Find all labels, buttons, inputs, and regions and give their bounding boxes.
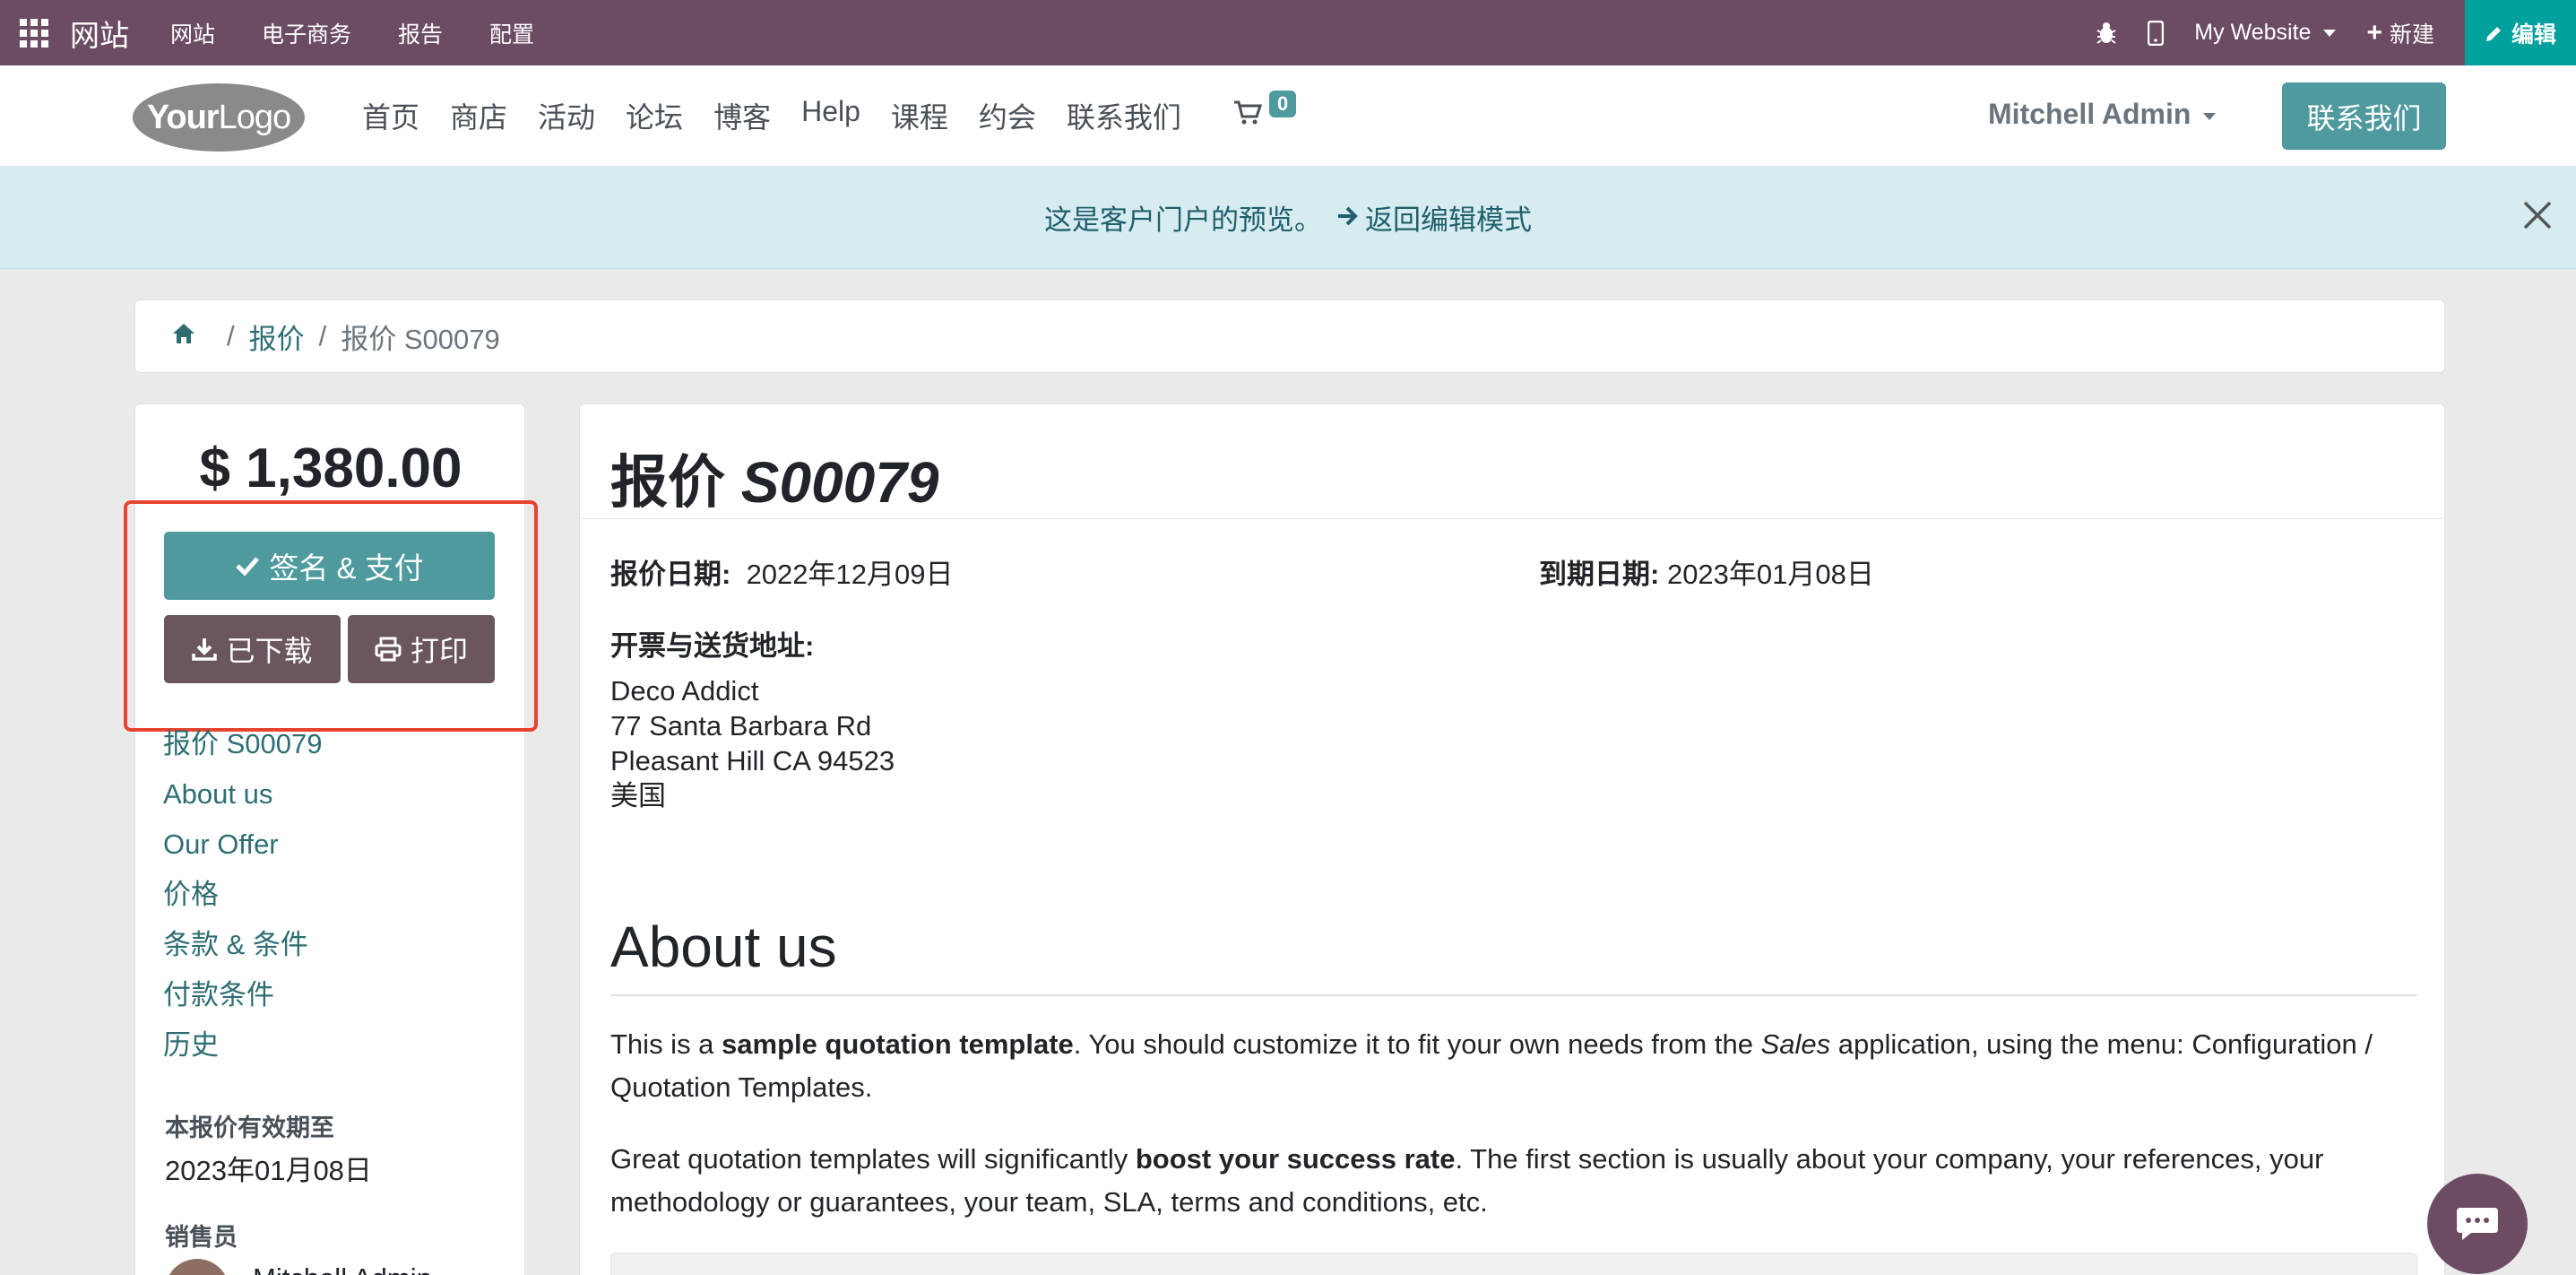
card-header: 报价 S00079 <box>580 404 2444 519</box>
nav-courses[interactable]: 课程 <box>891 95 948 136</box>
logo-text-bold: Your <box>146 98 220 136</box>
nav-forum[interactable]: 论坛 <box>626 95 683 136</box>
chevron-down-icon <box>2323 29 2337 37</box>
toc-item-quote[interactable]: 报价 S00079 <box>163 724 323 775</box>
address-line: Pleasant Hill CA 94523 <box>610 745 895 776</box>
title-number: S00079 <box>740 450 939 515</box>
breadcrumb-current: 报价 S00079 <box>341 323 500 355</box>
nav-home[interactable]: 首页 <box>362 95 419 136</box>
quotation-card: 报价 S00079 报价日期: 2022年12月09日 到期日期: 2023年0… <box>579 403 2445 1275</box>
valid-until-label: 本报价有效期至 <box>165 1115 334 1141</box>
content-block <box>610 1253 2417 1275</box>
nav-shop[interactable]: 商店 <box>450 95 507 136</box>
title-prefix: 报价 <box>610 450 725 515</box>
contact-us-button[interactable]: 联系我们 <box>2282 82 2446 150</box>
apps-menu-icon[interactable] <box>20 16 54 50</box>
chevron-down-icon <box>2203 112 2217 120</box>
nav-appointments[interactable]: 约会 <box>979 95 1036 136</box>
toc-item-about-us[interactable]: About us <box>163 775 323 825</box>
address-line: Deco Addict <box>610 675 759 707</box>
cart-icon <box>1234 100 1263 125</box>
arrow-right-icon <box>1336 202 1360 234</box>
total-amount: $ 1,380.00 <box>199 438 462 499</box>
website-selector-label: My Website <box>2194 20 2312 45</box>
quote-date-label: 报价日期: <box>610 559 731 590</box>
admin-brand[interactable]: 网站 <box>70 12 129 55</box>
page-title: 报价 S00079 <box>610 437 938 519</box>
about-paragraph-2: Great quotation templates will significa… <box>610 1143 2324 1218</box>
close-icon[interactable] <box>2522 195 2553 239</box>
salesperson-name: Mitchell Admin <box>253 1262 432 1275</box>
admin-menu-config[interactable]: 配置 <box>489 17 534 49</box>
toc-item-our-offer[interactable]: Our Offer <box>163 825 323 875</box>
admin-menu-website[interactable]: 网站 <box>170 17 215 49</box>
address-label: 开票与送货地址: <box>610 630 815 662</box>
cart-link[interactable]: 0 <box>1233 91 1297 134</box>
main-nav: 首页 商店 活动 论坛 博客 Help 课程 约会 联系我们 <box>362 95 1181 136</box>
site-logo[interactable]: Your Logo <box>133 83 305 152</box>
address-block: Deco Addict 77 Santa Barbara Rd Pleasant… <box>610 673 895 813</box>
highlight-box <box>124 500 538 732</box>
address-line: 美国 <box>610 780 666 811</box>
nav-blog[interactable]: 博客 <box>713 95 771 136</box>
new-button[interactable]: + 新建 <box>2366 17 2434 49</box>
website-header: Your Logo 首页 商店 活动 论坛 博客 Help 课程 约会 联系我们 … <box>0 65 2576 167</box>
new-label: 新建 <box>2389 22 2434 48</box>
user-name: Mitchell Admin <box>1988 98 2191 130</box>
expiry-date-label: 到期日期: <box>1539 559 1660 590</box>
about-paragraph-1: This is a sample quotation template. You… <box>610 1028 2373 1103</box>
breadcrumb-separator: / <box>318 320 327 351</box>
chat-icon <box>2457 1208 2498 1240</box>
nav-events[interactable]: 活动 <box>538 95 595 136</box>
toc-item-history[interactable]: 历史 <box>163 1026 323 1076</box>
admin-menu-ecommerce[interactable]: 电子商务 <box>262 17 351 49</box>
salesperson-label: 销售员 <box>165 1224 238 1251</box>
breadcrumb-quotations[interactable]: 报价 <box>249 317 305 357</box>
expiry-date-value: 2023年01月08日 <box>1666 559 1874 590</box>
edit-label: 编辑 <box>2511 22 2556 48</box>
edit-button[interactable]: 编辑 <box>2464 0 2576 65</box>
breadcrumb: / 报价 / 报价 S00079 <box>134 299 2445 373</box>
table-of-contents: 报价 S00079 About us Our Offer 价格 条款 & 条件 … <box>163 724 323 1076</box>
divider <box>610 994 2417 996</box>
toc-item-pricing[interactable]: 价格 <box>163 875 323 925</box>
nav-help[interactable]: Help <box>801 95 860 136</box>
logo-text: Logo <box>218 98 292 136</box>
quote-date: 报价日期: 2022年12月09日 <box>610 551 954 592</box>
preview-notice-bar: 这是客户门户的预览。 返回编辑模式 <box>0 167 2576 269</box>
home-icon[interactable] <box>171 320 196 352</box>
about-us-heading: About us <box>610 915 837 979</box>
cart-count-badge: 0 <box>1269 91 1297 117</box>
toc-item-payment-terms[interactable]: 付款条件 <box>163 976 323 1026</box>
admin-menu-reports[interactable]: 报告 <box>398 17 443 49</box>
admin-navbar: 网站 网站 电子商务 报告 配置 My Website + 新建 编辑 <box>0 0 2576 65</box>
quote-date-value: 2022年12月09日 <box>746 559 954 590</box>
nav-contact[interactable]: 联系我们 <box>1067 95 1181 136</box>
pencil-icon <box>2485 26 2501 41</box>
valid-until-date: 2023年01月08日 <box>165 1155 372 1186</box>
user-menu[interactable]: Mitchell Admin <box>1988 98 2217 131</box>
plus-icon: + <box>2366 17 2382 48</box>
mobile-preview-icon[interactable] <box>2148 20 2165 46</box>
livechat-button[interactable] <box>2427 1174 2528 1274</box>
toc-item-terms[interactable]: 条款 & 条件 <box>163 925 323 976</box>
website-selector-dropdown[interactable]: My Website <box>2194 20 2337 46</box>
back-to-edit-link[interactable]: 返回编辑模式 <box>1365 197 1532 238</box>
debug-bug-icon[interactable] <box>2096 22 2117 45</box>
address-line: 77 Santa Barbara Rd <box>610 710 872 742</box>
preview-message: 这是客户门户的预览。 <box>1044 204 1322 236</box>
breadcrumb-separator: / <box>227 320 235 351</box>
expiry-date: 到期日期: 2023年01月08日 <box>1539 551 1874 592</box>
